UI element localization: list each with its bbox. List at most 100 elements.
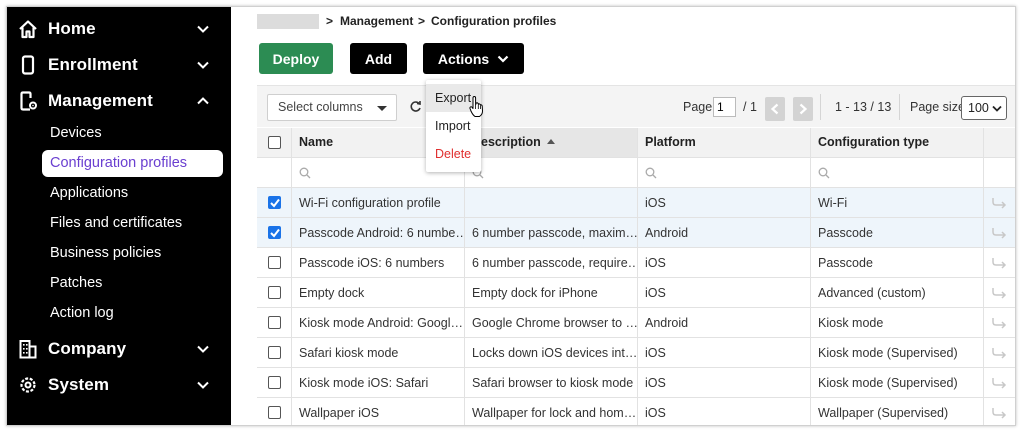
actions-menu: Export Import Delete	[426, 80, 481, 172]
row-action-cell[interactable]	[984, 338, 1015, 367]
cell-name: Passcode iOS: 6 numbers	[292, 248, 465, 277]
prev-page-button[interactable]	[765, 97, 785, 121]
page-total: / 1	[743, 100, 757, 114]
nav-company-label: Company	[48, 339, 127, 358]
nav-enrollment-label: Enrollment	[48, 55, 138, 74]
search-icon	[299, 167, 311, 179]
sidebar-item-patches[interactable]: Patches	[42, 270, 223, 297]
row-checkbox[interactable]	[268, 256, 281, 269]
row-checkbox[interactable]	[268, 346, 281, 359]
table-row[interactable]: Kiosk mode iOS: Safari Safari browser to …	[257, 368, 1015, 398]
sidebar-item-files-and-certificates[interactable]: Files and certificates	[42, 210, 223, 237]
table-row[interactable]: Empty dock Empty dock for iPhone iOS Advanc…	[257, 278, 1015, 308]
nav-enrollment[interactable]: Enrollment	[7, 47, 231, 83]
breadcrumb-separator: >	[326, 14, 334, 28]
nav-system-label: System	[48, 375, 110, 394]
row-action-cell[interactable]	[984, 368, 1015, 397]
table-row[interactable]: Passcode iOS: 6 numbers 6 number passcode…	[257, 248, 1015, 278]
sidebar-item-configuration-profiles[interactable]: Configuration profiles	[42, 150, 223, 177]
refresh-icon[interactable]	[409, 100, 422, 113]
cell-type-text: Kiosk mode (Supervised)	[818, 346, 958, 360]
row-select-cell	[257, 338, 292, 367]
share-arrow-icon	[992, 228, 1007, 239]
select-all-checkbox[interactable]	[268, 136, 281, 149]
chevron-down-icon	[497, 55, 509, 63]
cell-platform: iOS	[638, 188, 811, 217]
filter-description-input[interactable]	[465, 158, 638, 187]
cell-platform-text: iOS	[645, 346, 666, 360]
nav-management[interactable]: Management	[7, 83, 231, 119]
row-action-cell[interactable]	[984, 278, 1015, 307]
page-size-value: 100	[968, 101, 989, 115]
page-size-select[interactable]: 100	[961, 96, 1007, 120]
row-checkbox[interactable]	[268, 226, 281, 239]
filter-type-input[interactable]	[811, 158, 984, 187]
filter-empty-cell	[257, 158, 292, 187]
add-button[interactable]: Add	[350, 43, 407, 74]
breadcrumb-separator: >	[418, 14, 426, 28]
sidebar-item-business-policies[interactable]: Business policies	[42, 240, 223, 267]
share-arrow-icon	[992, 288, 1007, 299]
row-checkbox[interactable]	[268, 376, 281, 389]
cell-platform-text: iOS	[645, 286, 666, 300]
row-checkbox[interactable]	[268, 196, 281, 209]
select-columns-label: Select columns	[278, 100, 363, 114]
filter-platform-input[interactable]	[638, 158, 811, 187]
breadcrumb-redacted	[257, 14, 319, 29]
header-description-text: Description	[472, 135, 541, 149]
header-description[interactable]: Description	[465, 128, 638, 157]
sidebar-item-applications[interactable]: Applications	[42, 180, 223, 207]
nav-company[interactable]: Company	[7, 331, 231, 367]
cell-name-text: Passcode Android: 6 numbe…	[299, 226, 465, 240]
row-checkbox[interactable]	[268, 316, 281, 329]
toolbar-divider	[899, 94, 900, 120]
cell-name: Kiosk mode Android: Googl…	[292, 308, 465, 337]
cell-description: 6 number passcode, require…	[465, 248, 638, 277]
sidebar-item-label: Configuration profiles	[50, 155, 188, 171]
cell-platform-text: iOS	[645, 406, 666, 420]
table-row[interactable]: Kiosk mode Android: Googl… Google Chrome …	[257, 308, 1015, 338]
deploy-button[interactable]: Deploy	[259, 43, 333, 74]
row-action-cell[interactable]	[984, 308, 1015, 337]
row-select-cell	[257, 278, 292, 307]
row-select-cell	[257, 218, 292, 247]
page-number-input[interactable]	[713, 97, 736, 117]
row-action-cell[interactable]	[984, 248, 1015, 277]
chevron-down-icon	[197, 345, 209, 353]
actions-button[interactable]: Actions	[423, 43, 524, 74]
cell-type: Wallpaper (Supervised)	[811, 398, 984, 425]
cell-type-text: Passcode	[818, 256, 873, 270]
header-actions-cell	[984, 128, 1015, 157]
cell-type: Kiosk mode (Supervised)	[811, 368, 984, 397]
actions-button-label: Actions	[437, 50, 490, 67]
table-row[interactable]: Safari kiosk mode Locks down iOS devices …	[257, 338, 1015, 368]
cell-description-text: Wallpaper for lock and hom…	[472, 406, 637, 420]
row-checkbox[interactable]	[268, 286, 281, 299]
sidebar-item-action-log[interactable]: Action log	[42, 300, 223, 327]
breadcrumb-management[interactable]: Management	[340, 14, 413, 28]
menu-item-delete[interactable]: Delete	[426, 140, 481, 168]
table-row[interactable]: Passcode Android: 6 numbe… 6 number passc…	[257, 218, 1015, 248]
sidebar: Home Enrollment Management Devices Confi…	[7, 7, 231, 425]
table-row[interactable]: Wallpaper iOS Wallpaper for lock and hom……	[257, 398, 1015, 425]
header-configuration-type[interactable]: Configuration type	[811, 128, 984, 157]
header-name-label: Name	[299, 135, 334, 149]
nav-home[interactable]: Home	[7, 11, 231, 47]
nav-system[interactable]: System	[7, 367, 231, 403]
row-action-cell[interactable]	[984, 218, 1015, 247]
toolbar-divider	[820, 94, 821, 120]
cell-description: Empty dock for iPhone	[465, 278, 638, 307]
row-action-cell[interactable]	[984, 398, 1015, 425]
row-checkbox[interactable]	[268, 406, 281, 419]
main-content: > Management > Configuration profiles De…	[231, 7, 1015, 425]
sidebar-item-label: Files and certificates	[50, 215, 183, 231]
cell-description: Google Chrome browser to …	[465, 308, 638, 337]
sidebar-item-label: Business policies	[50, 245, 162, 261]
sidebar-item-devices[interactable]: Devices	[42, 120, 223, 147]
table-row[interactable]: Wi-Fi configuration profile iOS Wi-Fi	[257, 188, 1015, 218]
select-columns-dropdown[interactable]: Select columns	[267, 94, 397, 121]
next-page-button[interactable]	[793, 97, 813, 121]
row-action-cell[interactable]	[984, 188, 1015, 217]
header-platform[interactable]: Platform	[638, 128, 811, 157]
nav-management-label: Management	[48, 91, 153, 110]
